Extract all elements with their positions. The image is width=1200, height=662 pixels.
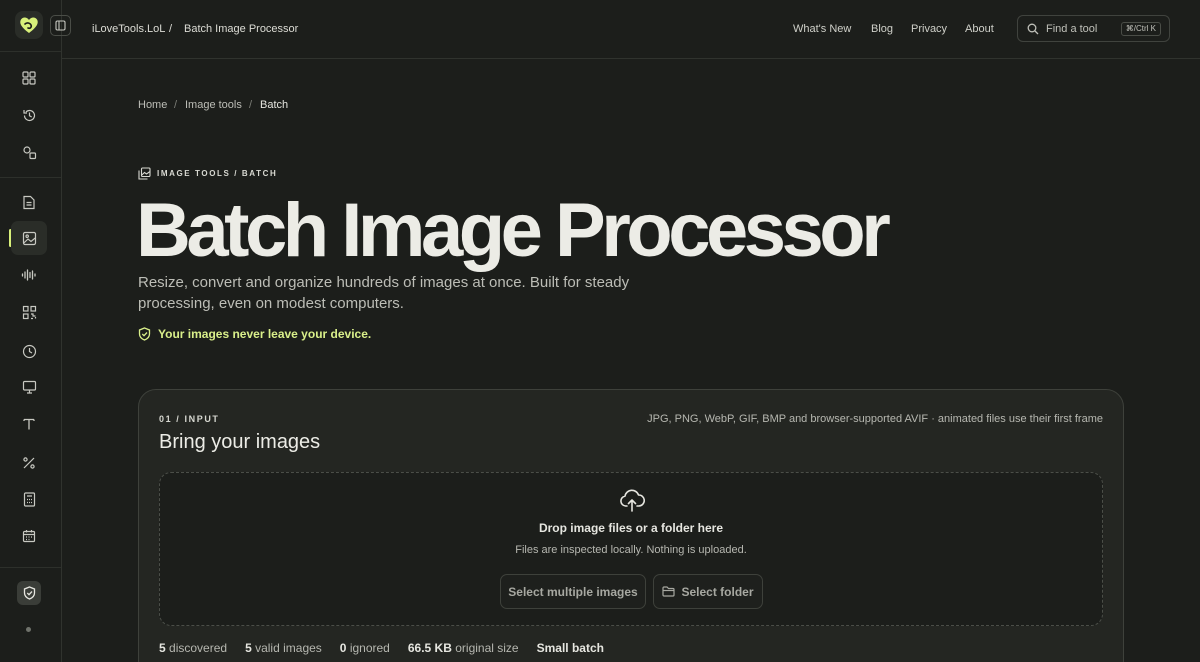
shield-check-icon [138, 327, 151, 341]
sidebar-divider [0, 51, 61, 52]
stat-ignored: 0 ignored [340, 641, 390, 655]
stat-label: discovered [169, 641, 228, 655]
heart-logo-icon[interactable] [15, 11, 43, 39]
sidebar-divider [0, 177, 61, 178]
breadcrumb-home[interactable]: Home [138, 99, 167, 111]
stat-value: 5 [159, 641, 166, 655]
section-eyebrow: IMAGE TOOLS / BATCH [138, 166, 277, 180]
stat-value: 66.5 KB [407, 641, 452, 655]
search-icon [1027, 23, 1039, 35]
images-icon [138, 166, 151, 180]
grid-icon[interactable] [11, 61, 47, 95]
breadcrumb-image-tools[interactable]: Image tools [185, 99, 242, 111]
site-link[interactable]: iLoveTools.LoL [92, 23, 165, 35]
audio-wave-icon[interactable] [11, 258, 47, 292]
privacy-note: Your images never leave your device. [138, 327, 371, 341]
qr-code-icon[interactable] [11, 295, 47, 329]
calendar-icon[interactable] [11, 519, 47, 553]
shapes-icon[interactable] [11, 135, 47, 169]
stat-valid: 5 valid images [245, 641, 322, 655]
search-shortcut: ⌘/Ctrl K [1120, 22, 1161, 36]
shield-check-icon[interactable] [17, 581, 41, 605]
nav-about[interactable]: About [965, 23, 994, 35]
drop-zone-subtitle: Files are inspected locally. Nothing is … [515, 544, 747, 556]
top-breadcrumb-separator: / [169, 23, 173, 35]
drop-zone-title: Drop image files or a folder here [538, 521, 724, 535]
percent-icon[interactable] [11, 446, 47, 480]
monitor-icon[interactable] [11, 370, 47, 404]
clock-icon[interactable] [11, 334, 47, 368]
search-placeholder: Find a tool [1046, 22, 1098, 35]
page-subtitle: Resize, convert and organize hundreds of… [138, 274, 630, 312]
nav-whats-new[interactable]: What's New [793, 23, 851, 35]
history-icon[interactable] [11, 98, 47, 132]
drop-zone[interactable]: Drop image files or a folder here Files … [159, 472, 1103, 626]
nav-privacy[interactable]: Privacy [911, 23, 947, 35]
folder-icon [662, 586, 676, 597]
select-folder-button[interactable]: Select folder [653, 574, 763, 609]
breadcrumb-separator: / [249, 99, 253, 111]
input-card: 01 / INPUT Bring your images JPG, PNG, W… [138, 389, 1124, 662]
text-icon[interactable] [11, 407, 47, 441]
eyebrow-label: IMAGE TOOLS / BATCH [157, 168, 278, 178]
batch-stats: 5 discovered 5 valid images 0 ignored 66… [159, 641, 604, 655]
stat-discovered: 5 discovered [159, 641, 227, 655]
top-bar: iLoveTools.LoL / Batch Image Processor W… [50, 0, 1200, 59]
step-label: 01 / INPUT [159, 414, 220, 424]
stat-label: original size [455, 641, 519, 655]
supported-formats: JPG, PNG, WebP, GIF, BMP and browser-sup… [647, 413, 1103, 425]
status-dot [26, 627, 31, 632]
stat-size: 66.5 KB original size [408, 641, 519, 655]
document-icon[interactable] [11, 185, 47, 219]
cloud-upload-icon [619, 489, 645, 513]
search-input[interactable]: Find a tool ⌘/Ctrl K [1017, 15, 1170, 42]
stat-value: 5 [245, 641, 252, 655]
select-folder-label: Select folder [681, 584, 754, 599]
breadcrumb-separator: / [174, 99, 178, 111]
page-title: Batch Image Processor [136, 188, 891, 273]
nav-blog[interactable]: Blog [871, 23, 893, 35]
current-page-title: Batch Image Processor [184, 23, 299, 35]
card-title: Bring your images [159, 431, 321, 453]
sidebar [0, 0, 62, 662]
calculator-icon[interactable] [11, 482, 47, 516]
stat-value: 0 [339, 641, 347, 655]
batch-size-badge: Small batch [536, 641, 604, 655]
stat-label: valid images [255, 641, 322, 655]
sidebar-divider [0, 567, 61, 568]
stat-label: ignored [349, 641, 390, 655]
select-images-button[interactable]: Select multiple images [500, 574, 646, 609]
breadcrumb-current: Batch [260, 99, 289, 111]
sidebar-toggle-icon[interactable] [50, 15, 71, 36]
privacy-note-text: Your images never leave your device. [158, 327, 372, 341]
image-icon[interactable] [11, 221, 47, 255]
